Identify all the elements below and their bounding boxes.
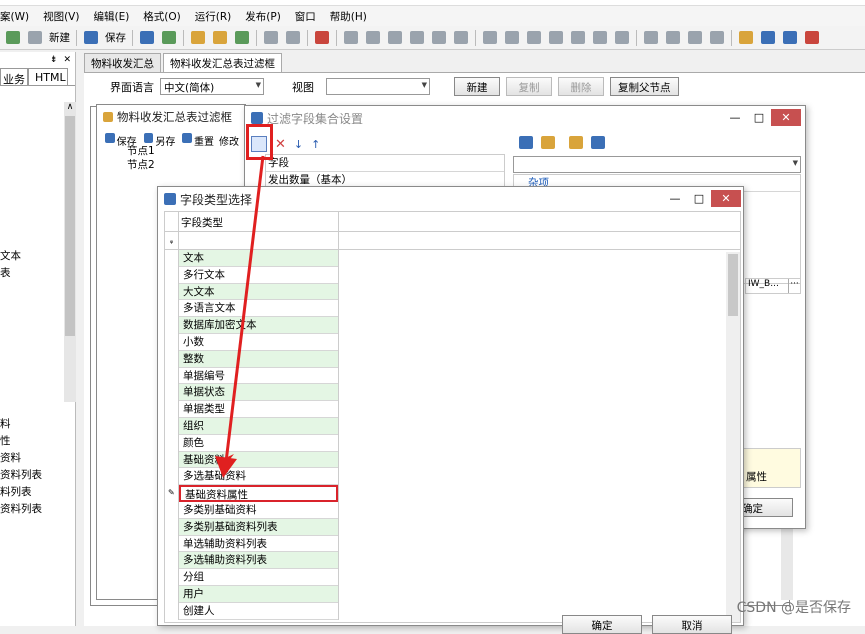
watermark: CSDN @是否保存 xyxy=(736,600,851,616)
annotation-arrow xyxy=(215,155,265,478)
